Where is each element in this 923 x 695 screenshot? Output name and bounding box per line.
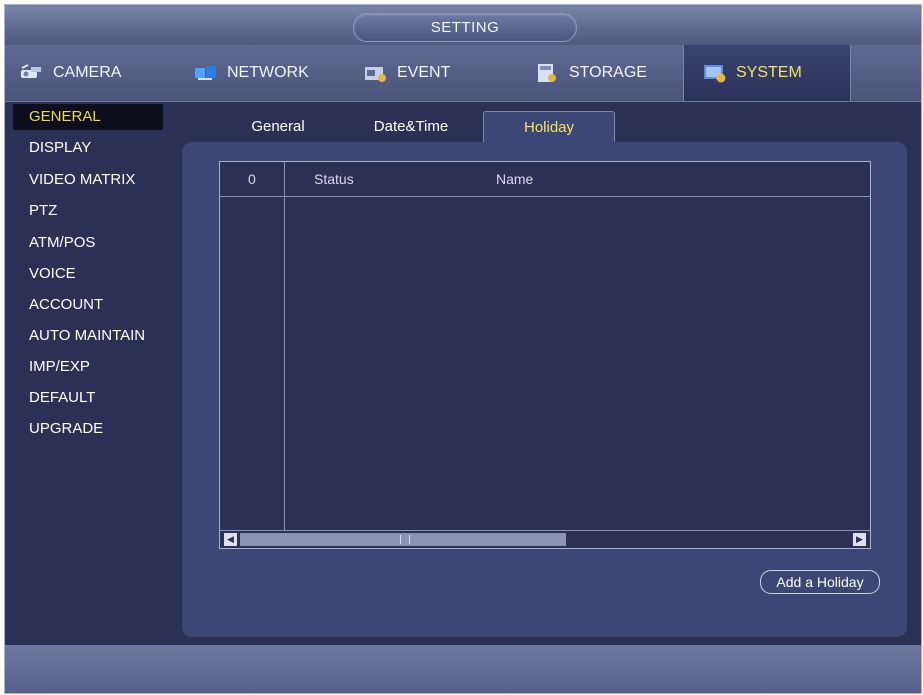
sidebar-item-upgrade[interactable]: UPGRADE	[13, 416, 163, 442]
tab-system[interactable]: SYSTEM	[683, 45, 851, 101]
title-bar: SETTING	[5, 5, 921, 45]
sidebar-item-voice[interactable]: VOICE	[13, 261, 163, 287]
settings-window: SETTING CAMERA NETWORK EVENT STORAGE SYS…	[4, 4, 922, 694]
subtab-general[interactable]: General	[233, 111, 323, 143]
sidebar-item-general[interactable]: GENERAL	[13, 104, 163, 130]
tab-label: STORAGE	[569, 64, 647, 81]
column-header-status[interactable]: Status	[314, 162, 354, 196]
scroll-left-icon[interactable]: ◀	[224, 533, 237, 546]
tab-label: NETWORK	[227, 64, 309, 81]
bottom-bar	[5, 645, 921, 693]
network-icon	[193, 62, 219, 84]
sidebar-item-auto-maintain[interactable]: AUTO MAINTAIN	[13, 323, 163, 349]
tab-camera[interactable]: CAMERA	[19, 45, 169, 101]
sidebar-item-video-matrix[interactable]: VIDEO MATRIX	[13, 167, 163, 193]
event-icon	[363, 62, 389, 84]
column-divider	[284, 162, 285, 530]
tab-label: SYSTEM	[736, 64, 802, 81]
subtab-date-time[interactable]: Date&Time	[361, 111, 461, 143]
sidebar-item-atm-pos[interactable]: ATM/POS	[13, 230, 163, 256]
horizontal-scrollbar[interactable]: ◀ ▶	[220, 530, 870, 548]
tab-label: CAMERA	[53, 64, 122, 81]
holiday-table: 0 Status Name ◀ ▶	[219, 161, 871, 549]
sidebar-item-account[interactable]: ACCOUNT	[13, 292, 163, 318]
system-icon	[702, 62, 728, 84]
tab-label: EVENT	[397, 64, 451, 81]
tab-network[interactable]: NETWORK	[193, 45, 343, 101]
tab-storage[interactable]: STORAGE	[535, 45, 685, 101]
subtab-holiday[interactable]: Holiday	[483, 111, 615, 144]
storage-icon	[535, 62, 561, 84]
scrollbar-thumb[interactable]	[240, 533, 566, 546]
tab-event[interactable]: EVENT	[363, 45, 513, 101]
sidebar-item-ptz[interactable]: PTZ	[13, 198, 163, 224]
sidebar-item-default[interactable]: DEFAULT	[13, 385, 163, 411]
camera-icon	[19, 62, 45, 84]
sidebar-item-display[interactable]: DISPLAY	[13, 135, 163, 161]
column-header-name[interactable]: Name	[496, 162, 533, 196]
window-title: SETTING	[353, 13, 577, 42]
scroll-right-icon[interactable]: ▶	[853, 533, 866, 546]
sidebar-item-imp-exp[interactable]: IMP/EXP	[13, 354, 163, 380]
table-header: 0 Status Name	[220, 162, 870, 197]
top-navigation: CAMERA NETWORK EVENT STORAGE SYSTEM	[5, 45, 921, 102]
column-header-index: 0	[248, 171, 256, 187]
grip-icon	[400, 535, 410, 544]
add-holiday-button[interactable]: Add a Holiday	[760, 570, 880, 594]
